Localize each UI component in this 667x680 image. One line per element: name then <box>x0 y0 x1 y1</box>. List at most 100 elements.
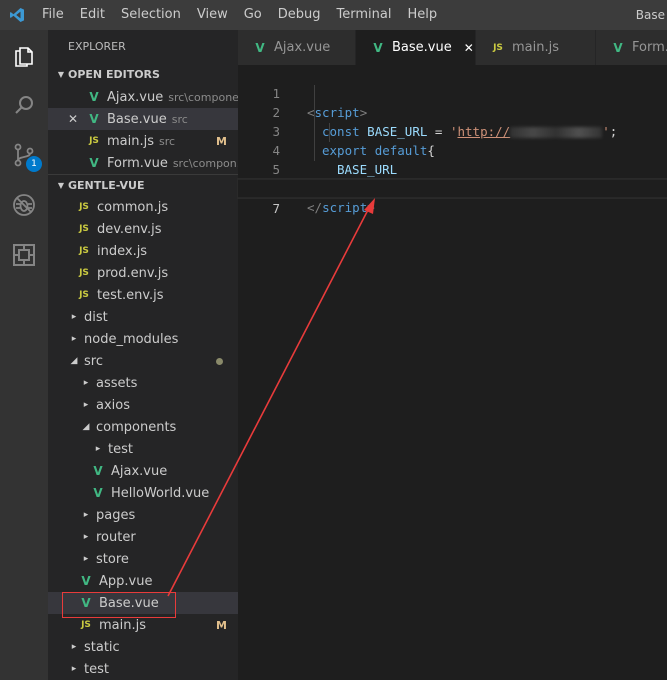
tree-folder[interactable]: ▸ assets <box>48 372 238 394</box>
tree-folder[interactable]: ▸ test <box>48 438 238 460</box>
tree-file[interactable]: JS main.js M <box>48 614 238 636</box>
tab-label: main.js <box>512 40 559 55</box>
open-editor-name: Form.vue <box>107 155 168 171</box>
vue-file-icon: V <box>255 40 265 55</box>
indent-guide <box>329 123 330 142</box>
activity-bar: 1 <box>0 30 48 680</box>
files-icon <box>15 47 33 67</box>
menu-terminal[interactable]: Terminal <box>329 0 400 30</box>
tree-file[interactable]: JS prod.env.js <box>48 262 238 284</box>
close-icon[interactable]: ✕ <box>68 112 78 126</box>
tree-file[interactable]: V Ajax.vue <box>48 460 238 482</box>
js-file-icon: JS <box>79 290 89 300</box>
js-file-icon: JS <box>79 268 89 278</box>
editor-tabs: V Ajax.vue V Base.vue ✕ JS main.js V For… <box>238 30 667 65</box>
tree-file[interactable]: JS test.env.js <box>48 284 238 306</box>
vue-file-icon: V <box>93 486 103 500</box>
open-editor-item[interactable]: V Form.vue src\compon... <box>48 152 238 174</box>
title-bar: File Edit Selection View Go Debug Termin… <box>0 0 667 30</box>
tree-item-label: App.vue <box>99 573 153 589</box>
debug-activity-button[interactable] <box>0 180 48 230</box>
tree-folder[interactable]: ▸ axios <box>48 394 238 416</box>
chevron-right-icon: ▸ <box>71 664 77 674</box>
tree-item-label: HelloWorld.vue <box>111 485 210 501</box>
chevron-right-icon: ▸ <box>83 532 89 542</box>
indent-guide <box>314 85 315 161</box>
tab-base-vue[interactable]: V Base.vue ✕ <box>356 30 476 65</box>
vue-file-icon: V <box>81 596 91 610</box>
tree-file[interactable]: V HelloWorld.vue <box>48 482 238 504</box>
menu-go[interactable]: Go <box>236 0 270 30</box>
js-file-icon: JS <box>79 202 89 212</box>
tree-item-label: Ajax.vue <box>111 463 168 479</box>
chevron-right-icon: ▸ <box>71 642 77 652</box>
chevron-right-icon: ▸ <box>71 334 77 344</box>
source-control-activity-button[interactable]: 1 <box>0 130 48 180</box>
tree-folder[interactable]: ▸ test <box>48 658 238 680</box>
menu-edit[interactable]: Edit <box>72 0 113 30</box>
code-line: 5 } <box>238 141 667 196</box>
code-line-current: 7 <box>237 178 667 216</box>
js-file-icon: JS <box>81 620 91 630</box>
code-line: 3 export default{ <box>238 103 667 158</box>
changes-dot-icon <box>216 358 223 365</box>
open-editor-name: main.js <box>107 133 154 149</box>
chevron-right-icon: ▸ <box>83 400 89 410</box>
tree-file[interactable]: JS index.js <box>48 240 238 262</box>
tree-folder[interactable]: ▸ pages <box>48 504 238 526</box>
menu-help[interactable]: Help <box>399 0 445 30</box>
tree-folder[interactable]: ◢ src <box>48 350 238 372</box>
open-editor-path: src <box>159 134 176 148</box>
tree-file[interactable]: JS dev.env.js <box>48 218 238 240</box>
line-number: 7 <box>272 201 280 216</box>
tree-file[interactable]: V App.vue <box>48 570 238 592</box>
tree-file[interactable]: V Base.vue <box>48 592 238 614</box>
project-label: GENTLE-VUE <box>68 178 145 192</box>
explorer-sidebar: EXPLORER ▼ OPEN EDITORS V Ajax.vue src\c… <box>48 30 238 680</box>
extensions-activity-button[interactable] <box>0 230 48 280</box>
js-file-icon: JS <box>493 42 503 53</box>
menu-view[interactable]: View <box>189 0 236 30</box>
tab-ajax-vue[interactable]: V Ajax.vue <box>238 30 356 65</box>
tab-form-vue[interactable]: V Form.vue <box>596 30 667 65</box>
window-title: Base <box>635 8 665 22</box>
tree-item-label: main.js <box>99 617 146 633</box>
code-line: 1 <script> <box>238 65 667 120</box>
vscode-logo-icon <box>0 0 34 30</box>
tree-folder[interactable]: ◢ components <box>48 416 238 438</box>
vue-file-icon: V <box>89 90 99 104</box>
code-line: 2 const BASE_URL = 'http://'; <box>238 84 667 139</box>
tab-main-js[interactable]: JS main.js <box>476 30 596 65</box>
open-editors-header[interactable]: ▼ OPEN EDITORS <box>48 64 238 86</box>
tree-item-label: prod.env.js <box>97 265 169 281</box>
vue-file-icon: V <box>93 464 103 478</box>
open-editor-item[interactable]: JS main.js src M <box>48 130 238 152</box>
open-editor-item-active[interactable]: ✕ V Base.vue src <box>48 108 238 130</box>
search-activity-button[interactable] <box>0 80 48 130</box>
project-header[interactable]: ▼ GENTLE-VUE <box>48 174 238 196</box>
explorer-activity-button[interactable] <box>0 30 48 80</box>
vue-file-icon: V <box>89 112 99 126</box>
open-editor-item[interactable]: V Ajax.vue src\compone... <box>48 86 238 108</box>
js-file-icon: JS <box>79 224 89 234</box>
tab-label: Ajax.vue <box>274 40 331 55</box>
tree-folder[interactable]: ▸ router <box>48 526 238 548</box>
vue-file-icon: V <box>81 574 91 588</box>
chevron-down-icon: ▼ <box>57 180 65 190</box>
menu-file[interactable]: File <box>34 0 72 30</box>
chevron-right-icon: ▸ <box>83 510 89 520</box>
tree-file[interactable]: JS common.js <box>48 196 238 218</box>
tree-folder[interactable]: ▸ store <box>48 548 238 570</box>
js-file-icon: JS <box>89 136 99 146</box>
tree-item-label: static <box>84 639 120 655</box>
scm-badge: 1 <box>26 156 42 172</box>
close-icon[interactable]: ✕ <box>464 41 474 55</box>
tree-folder[interactable]: ▸ dist <box>48 306 238 328</box>
code-editor[interactable]: 1 <script> 2 const BASE_URL = 'http://';… <box>237 65 667 680</box>
menu-selection[interactable]: Selection <box>113 0 189 30</box>
tree-folder[interactable]: ▸ static <box>48 636 238 658</box>
tree-folder[interactable]: ▸ node_modules <box>48 328 238 350</box>
tree-item-label: test <box>108 441 133 457</box>
menu-bar: File Edit Selection View Go Debug Termin… <box>34 0 445 30</box>
menu-debug[interactable]: Debug <box>270 0 329 30</box>
